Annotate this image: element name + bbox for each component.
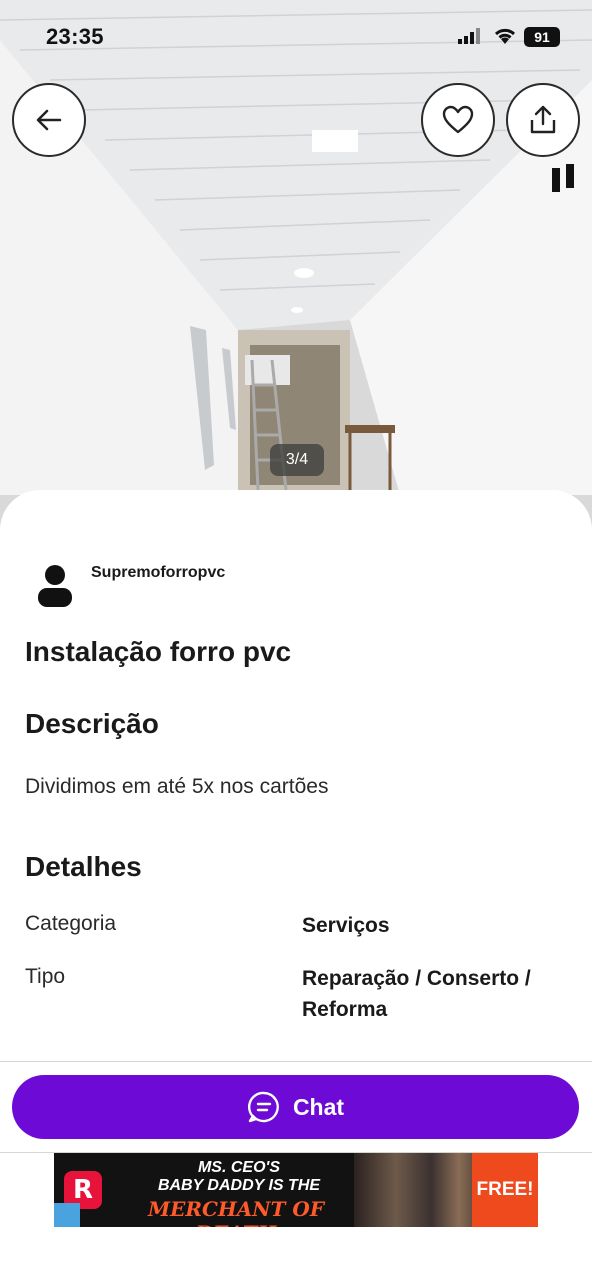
listing-title: Instalação forro pvc xyxy=(25,636,292,667)
divider xyxy=(0,1061,592,1062)
favorite-button[interactable] xyxy=(421,83,495,157)
photo-counter: 3/4 xyxy=(270,444,324,476)
description-heading: Descrição xyxy=(25,708,159,739)
back-arrow-icon xyxy=(36,109,62,131)
ad-line2: BABY DADDY IS THE xyxy=(157,1177,321,1194)
share-icon xyxy=(530,105,556,134)
ad-headline: MS. CEO'S BABY DADDY IS THE xyxy=(144,1159,334,1195)
detail-value-categoria: Serviços xyxy=(302,914,390,937)
ad-cta: FREE! xyxy=(472,1153,538,1227)
share-button[interactable] xyxy=(506,83,580,157)
status-time: 23:35 xyxy=(46,24,104,49)
signal-icon xyxy=(458,28,480,44)
seller-name[interactable]: Supremoforropvc xyxy=(91,564,225,582)
ad-line1: MS. CEO'S xyxy=(197,1159,281,1176)
chat-label: Chat xyxy=(292,1093,345,1120)
chat-button[interactable]: Chat xyxy=(12,1075,579,1139)
status-bar: 23:35 91 xyxy=(0,0,592,70)
details-heading: Detalhes xyxy=(25,851,142,882)
back-button[interactable] xyxy=(12,83,86,157)
ad-banner[interactable]: R MS. CEO'S BABY DADDY IS THE MERCHANT O… xyxy=(54,1153,538,1227)
detail-value-tipo: Reparação / Conserto / Reforma xyxy=(302,967,531,1021)
detail-label-categoria: Categoria xyxy=(25,912,117,935)
ad-line3: MERCHANT OF DEATH xyxy=(147,1197,325,1227)
battery-indicator: 91 xyxy=(524,27,560,47)
wifi-icon xyxy=(494,28,516,44)
user-icon xyxy=(38,565,72,607)
chat-bubble-icon xyxy=(247,1091,279,1123)
detail-label-tipo: Tipo xyxy=(25,965,66,988)
ad-choices-icon[interactable] xyxy=(54,1203,80,1227)
heart-icon xyxy=(442,105,474,134)
description-text: Dividimos em até 5x nos cartões xyxy=(25,775,329,798)
